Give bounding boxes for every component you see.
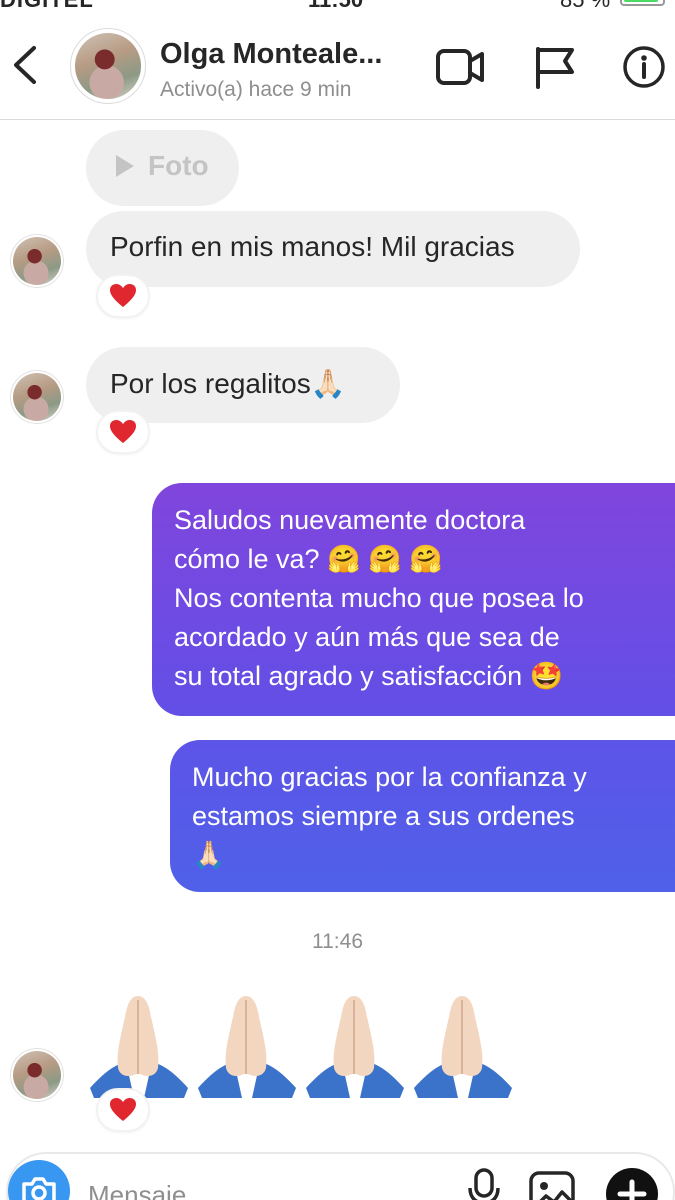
reaction-badge[interactable] [96, 410, 150, 454]
gallery-button[interactable] [528, 1170, 576, 1200]
message-line: cómo le va? 🤗 🤗 🤗 [174, 544, 443, 574]
message-line: Saludos nuevamente doctora [174, 505, 526, 535]
camera-icon [22, 1177, 56, 1200]
message-line: estamos siempre a sus ordenes [192, 801, 575, 831]
timestamp: 11:46 [312, 930, 363, 953]
message-text: Por los regalitos🙏🏻 [110, 368, 346, 399]
sender-avatar[interactable] [10, 370, 64, 424]
back-button[interactable] [4, 40, 44, 90]
voice-button[interactable] [466, 1168, 502, 1200]
more-button[interactable] [606, 1168, 658, 1200]
message-line: Mucho gracias por la confianza y [192, 762, 587, 792]
activity-status: Activo(a) hace 9 min [160, 78, 352, 101]
battery-icon [620, 0, 665, 6]
gallery-icon [529, 1171, 575, 1200]
media-label: Foto [148, 150, 209, 181]
video-camera-icon [436, 49, 484, 85]
message-text: Porfin en mis manos! Mil gracias [110, 231, 515, 262]
message-line: Nos contenta mucho que posea lo [174, 583, 584, 613]
heart-icon [110, 420, 136, 443]
emoji-message[interactable] [88, 992, 514, 1102]
praying-hands-icon [306, 996, 404, 1098]
sender-avatar[interactable] [10, 1048, 64, 1102]
contact-name[interactable]: Olga Monteale... [160, 38, 382, 71]
carrier-label: DIGITEL [0, 0, 94, 10]
contact-avatar[interactable] [70, 28, 146, 104]
incoming-message[interactable]: Porfin en mis manos! Mil gracias [86, 211, 580, 287]
message-composer: Mensaje [6, 1152, 675, 1200]
camera-button[interactable] [8, 1160, 70, 1200]
outgoing-message[interactable]: Mucho gracias por la confianza y estamos… [170, 740, 675, 892]
info-icon [623, 46, 665, 88]
back-chevron-icon [14, 46, 36, 84]
play-icon [116, 155, 134, 177]
microphone-icon [468, 1168, 500, 1200]
message-line: 🙏🏻 [192, 840, 226, 870]
heart-icon [110, 284, 136, 307]
plus-icon [617, 1179, 647, 1200]
info-button[interactable] [620, 45, 670, 89]
message-line: acordado y aún más que sea de [174, 622, 560, 652]
reaction-badge[interactable] [96, 1088, 150, 1132]
video-call-button[interactable] [435, 45, 485, 89]
status-bar: DIGITEL 11:50 85 % [0, 0, 675, 10]
praying-hands-icon [414, 996, 512, 1098]
reaction-badge[interactable] [96, 274, 150, 318]
message-input[interactable]: Mensaje [88, 1180, 186, 1200]
report-button[interactable] [532, 45, 582, 89]
battery-percent: 85 % [560, 0, 610, 10]
praying-hands-icon [90, 996, 188, 1098]
message-line: su total agrado y satisfacción 🤩 [174, 661, 564, 691]
chat-header: Olga Monteale... Activo(a) hace 9 min [0, 10, 675, 120]
media-message[interactable]: Foto [86, 130, 239, 206]
heart-icon [110, 1098, 136, 1121]
flag-icon [536, 47, 574, 89]
sender-avatar[interactable] [10, 234, 64, 288]
outgoing-message[interactable]: Saludos nuevamente doctora cómo le va? 🤗… [152, 483, 675, 716]
praying-hands-icon [198, 996, 296, 1098]
clock: 11:50 [308, 0, 363, 10]
